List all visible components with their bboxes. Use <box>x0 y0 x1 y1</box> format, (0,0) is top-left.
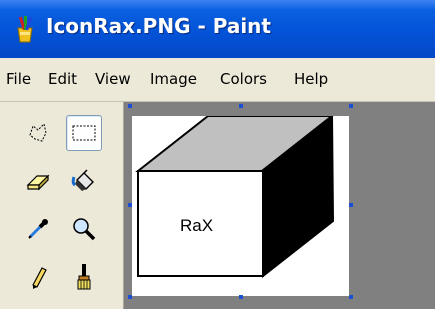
resize-handle-middle-left[interactable] <box>128 203 132 207</box>
cube-label-text: RaX <box>180 216 214 235</box>
eyedropper-icon <box>28 219 48 239</box>
resize-handle-top-left[interactable] <box>128 104 132 108</box>
rectangle-select-icon <box>72 125 96 141</box>
menu-help[interactable]: Help <box>294 70 328 88</box>
resize-handle-bottom-left[interactable] <box>128 295 132 299</box>
tool-rectangle-select[interactable] <box>66 115 102 151</box>
cube-drawing <box>135 113 335 279</box>
menu-file[interactable]: File <box>6 70 31 88</box>
pencil-icon <box>32 267 47 289</box>
tool-pencil[interactable] <box>20 259 56 295</box>
brush-icon <box>77 264 91 290</box>
paint-app-icon[interactable] <box>12 14 38 44</box>
free-form-select-icon <box>29 123 47 142</box>
tool-brush[interactable] <box>66 259 102 295</box>
tool-fill-with-color[interactable] <box>66 163 102 199</box>
tool-pick-color[interactable] <box>20 211 56 247</box>
menu-view[interactable]: View <box>95 70 131 88</box>
menu-image[interactable]: Image <box>150 70 197 88</box>
resize-handle-bottom-center[interactable] <box>239 295 243 299</box>
resize-handle-top-right[interactable] <box>349 104 353 108</box>
toolbox <box>0 102 124 309</box>
tool-free-form-select[interactable] <box>20 115 56 151</box>
paint-bucket-icon <box>71 169 94 191</box>
tool-magnifier[interactable] <box>66 211 102 247</box>
window-title: IconRax.PNG - Paint <box>46 14 271 38</box>
tool-eraser[interactable] <box>20 163 56 199</box>
menu-colors[interactable]: Colors <box>220 70 267 88</box>
resize-handle-top-center[interactable] <box>239 104 243 108</box>
menu-bar: File Edit View Image Colors Help <box>0 58 435 102</box>
resize-handle-middle-right[interactable] <box>349 203 353 207</box>
eraser-icon <box>26 174 50 191</box>
menu-edit[interactable]: Edit <box>48 70 77 88</box>
resize-handle-bottom-right[interactable] <box>349 295 353 299</box>
drawing-canvas[interactable] <box>132 113 349 296</box>
magnifier-icon <box>73 218 96 241</box>
title-bar[interactable]: IconRax.PNG - Paint <box>0 0 435 58</box>
